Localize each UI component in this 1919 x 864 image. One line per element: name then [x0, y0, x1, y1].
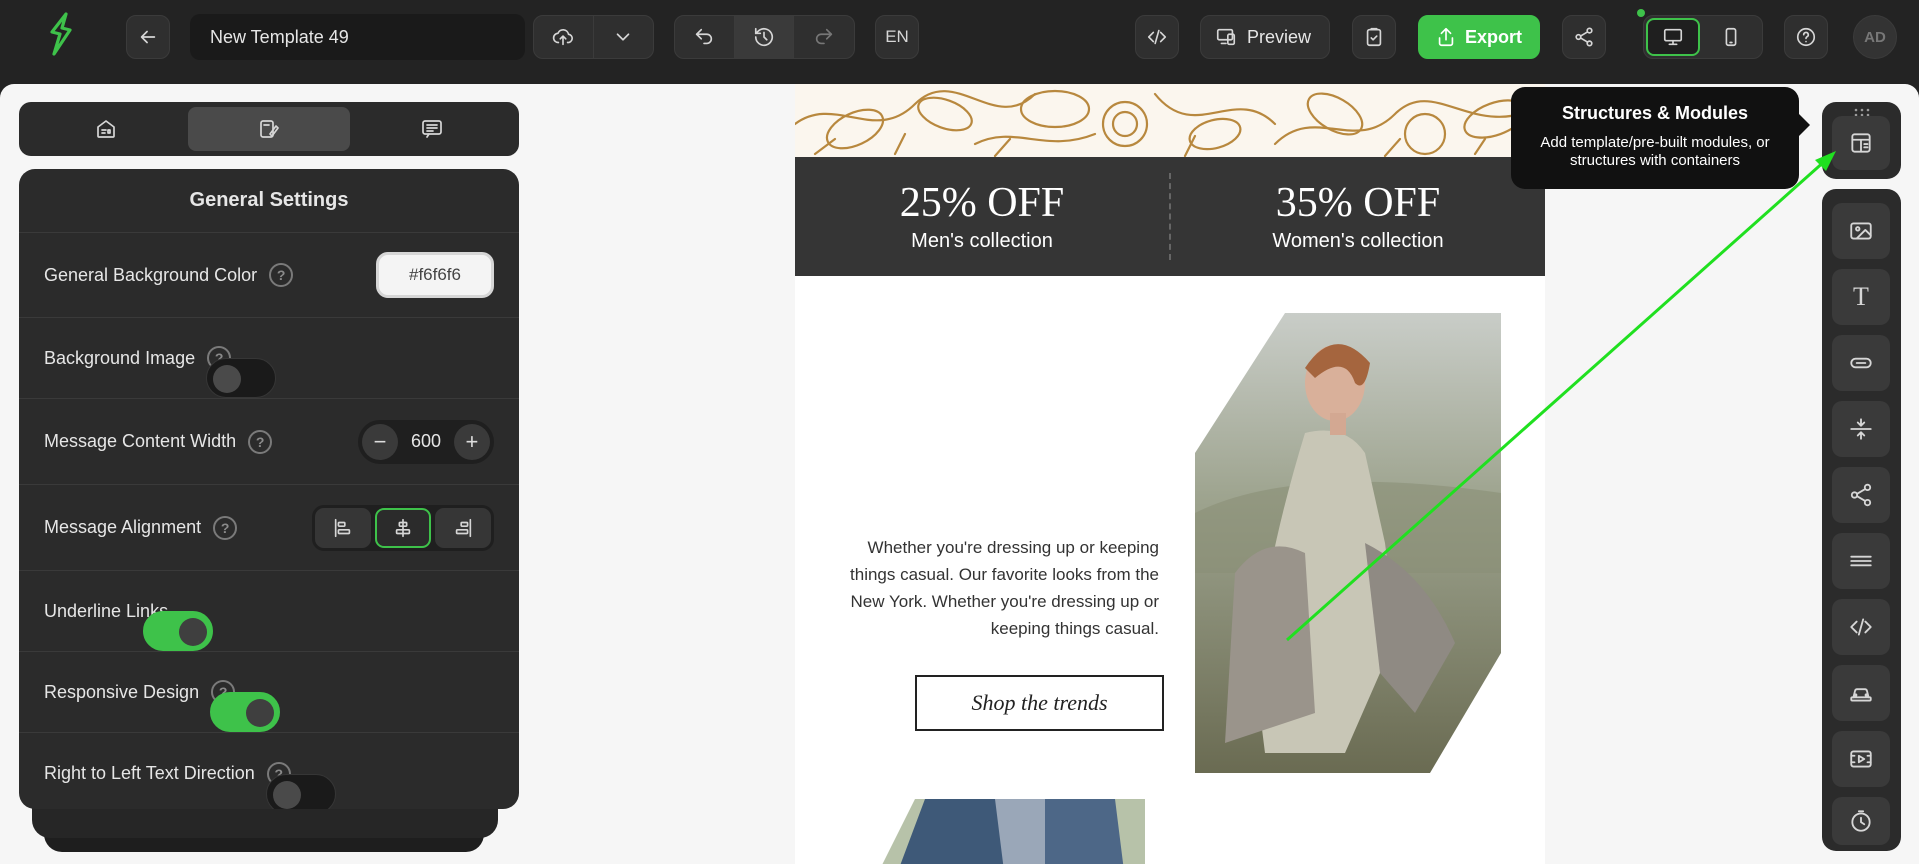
- drag-arrow: [1286, 151, 1836, 642]
